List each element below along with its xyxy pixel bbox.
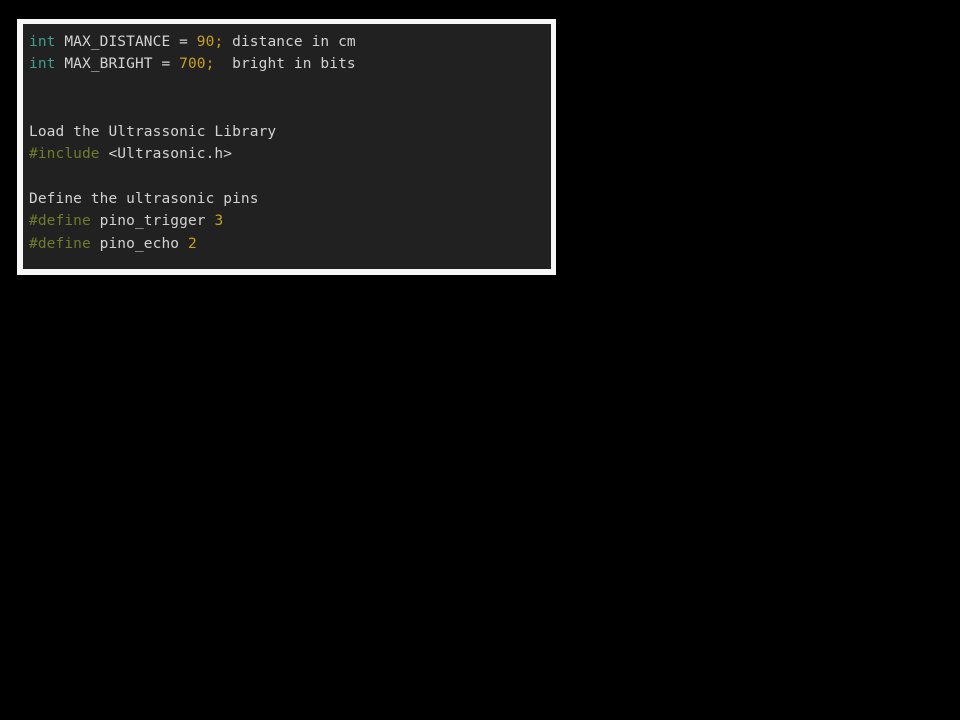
code-line: Load the Ultrassonic Library xyxy=(29,121,551,143)
code-token-plain: MAX_BRIGHT = xyxy=(55,56,180,73)
code-token-preproc: #include xyxy=(29,146,100,163)
code-line: #define pino_echo 2 xyxy=(29,233,551,255)
code-line: int MAX_BRIGHT = 700; bright in bits xyxy=(29,53,551,75)
code-token-plain: Define the ultrasonic pins xyxy=(29,190,259,207)
code-token-plain: bright in bits xyxy=(214,56,356,73)
code-token-preproc: #define xyxy=(29,235,91,252)
code-token-preproc: #define xyxy=(29,213,91,230)
code-line: Define the ultrasonic pins xyxy=(29,188,551,210)
code-token-plain: distance in cm xyxy=(223,34,356,50)
code-token-number: 3 xyxy=(214,213,224,230)
code-line: int MAX_DISTANCE = 90; distance in cm xyxy=(29,31,551,53)
code-token-plain: <Ultrasonic.h> xyxy=(99,146,233,163)
code-token-plain: pino_trigger xyxy=(90,213,215,230)
code-token-keyword: int xyxy=(29,56,56,73)
code-token-plain: MAX_DISTANCE = xyxy=(55,34,197,50)
code-panel: int MAX_DISTANCE = 90; distance in cm int… xyxy=(17,19,556,275)
code-line: #include <Ultrasonic.h> xyxy=(29,143,551,165)
code-token-number: 2 xyxy=(187,235,197,252)
code-token-plain: Load the Ultrassonic Library xyxy=(29,123,277,140)
code-token-punct: ; xyxy=(214,34,224,50)
code-editor-surface[interactable]: int MAX_DISTANCE = 90; distance in cm int… xyxy=(23,24,551,269)
code-line: #define pino_trigger 3 xyxy=(29,210,551,232)
code-token-number: 700 xyxy=(179,56,206,73)
screen-canvas: int MAX_DISTANCE = 90; distance in cm int… xyxy=(0,0,960,720)
code-token-keyword: int xyxy=(29,34,56,50)
code-token-number: 90 xyxy=(196,34,215,50)
code-token-plain: pino_echo xyxy=(90,235,188,252)
